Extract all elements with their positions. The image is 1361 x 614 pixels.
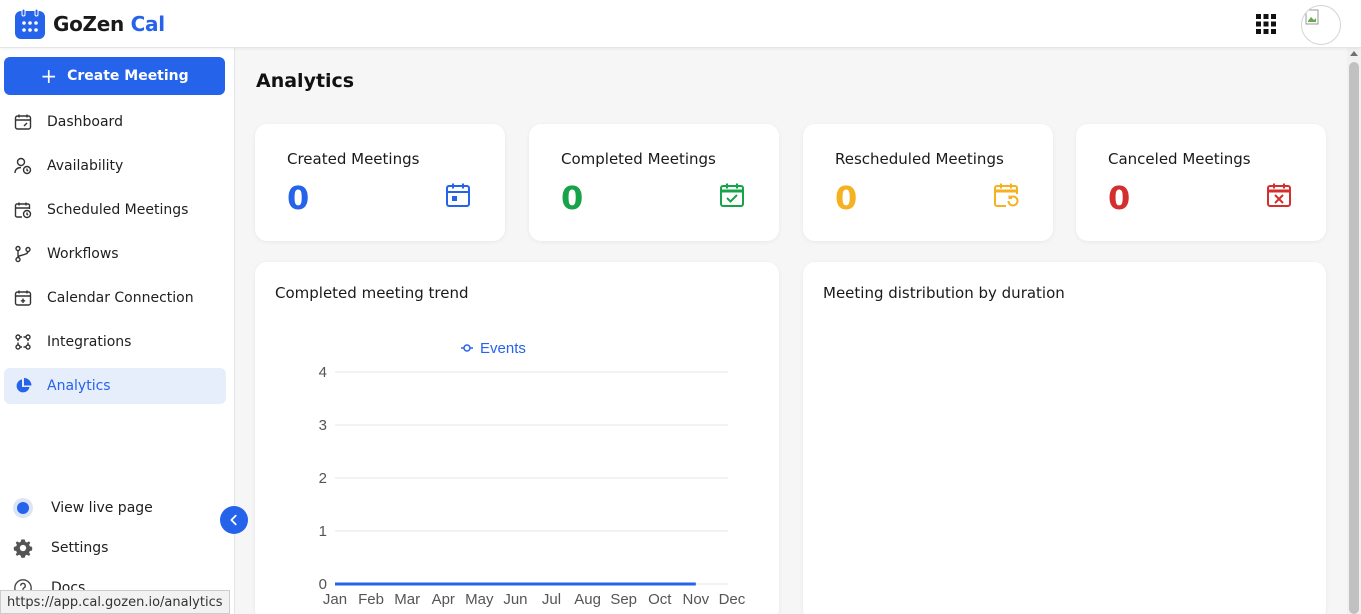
- stat-value: 0: [287, 179, 310, 217]
- sidebar-item-label: Availability: [47, 158, 124, 174]
- sidebar-item-workflows[interactable]: Workflows: [4, 236, 226, 272]
- dashboard-icon: [14, 113, 32, 131]
- calendar-icon: [446, 183, 470, 207]
- stat-card-rescheduled: Rescheduled Meetings 0: [803, 124, 1053, 241]
- calendar-check-icon: [720, 183, 744, 207]
- logo-accent: Cal: [130, 12, 165, 36]
- calendar-x-icon: [1267, 183, 1291, 207]
- x-tick-label: Apr: [432, 591, 455, 608]
- stat-card-canceled: Canceled Meetings 0: [1076, 124, 1326, 241]
- stat-card-created: Created Meetings 0: [255, 124, 505, 241]
- sidebar-item-dashboard[interactable]: Dashboard: [4, 104, 226, 140]
- x-tick-label: Aug: [574, 591, 601, 608]
- sidebar-item-calendar-connection[interactable]: Calendar Connection: [4, 280, 226, 316]
- scroll-up-arrow[interactable]: [1350, 51, 1358, 56]
- sidebar-item-scheduled-meetings[interactable]: Scheduled Meetings: [4, 192, 226, 228]
- main-content: Analytics Created Meetings 0 Completed M…: [235, 48, 1347, 614]
- integrations-icon: [14, 333, 32, 351]
- sidebar-item-analytics[interactable]: Analytics: [4, 368, 226, 404]
- x-tick-label: Mar: [394, 591, 420, 608]
- page-title: Analytics: [256, 70, 355, 92]
- sidebar-item-label: Calendar Connection: [47, 290, 194, 306]
- stat-value: 0: [835, 179, 858, 217]
- x-tick-label: Oct: [648, 591, 672, 608]
- stat-label: Created Meetings: [287, 150, 420, 168]
- trend-chart: 01234Jan Feb Mar Apr May Jun Jul Aug Sep Oct Nov De…: [319, 340, 746, 608]
- x-tick-label: Sep: [610, 591, 637, 608]
- status-bar-url: https://app.cal.gozen.io/analytics: [0, 590, 230, 614]
- sidebar-item-label: Integrations: [47, 334, 132, 350]
- x-tick-label: Jun: [503, 591, 527, 608]
- pie-chart-icon: [14, 377, 32, 395]
- grid-icon[interactable]: [1255, 13, 1277, 35]
- view-live-page-link[interactable]: View live page: [12, 496, 153, 520]
- sidebar-item-label: Analytics: [47, 378, 111, 394]
- settings-label: Settings: [51, 540, 109, 556]
- broken-image-icon: [1305, 9, 1319, 25]
- sidebar-item-availability[interactable]: Availability: [4, 148, 226, 184]
- live-dot-icon: [12, 497, 34, 519]
- calendar-clock-icon: [14, 201, 32, 219]
- plus-icon: +: [40, 64, 58, 88]
- completed-trend-panel: Completed meeting trend 0 1 2 3 4 Jan Feb Mar Ap…: [255, 262, 779, 614]
- logo-primary: GoZen: [53, 12, 124, 36]
- x-tick-label: Nov: [682, 591, 709, 608]
- scrollbar-thumb[interactable]: [1349, 62, 1359, 614]
- settings-link[interactable]: Settings: [12, 536, 108, 560]
- gear-icon: [12, 537, 34, 559]
- create-meeting-label: Create Meeting: [67, 68, 189, 84]
- x-tick-label: Dec: [719, 591, 746, 608]
- vertical-scrollbar[interactable]: [1347, 48, 1361, 614]
- calendar-logo-icon: [15, 9, 45, 39]
- chevron-left-icon: [230, 514, 237, 526]
- stat-label: Canceled Meetings: [1108, 150, 1251, 168]
- x-tick-label: May: [465, 591, 494, 608]
- sidebar-item-integrations[interactable]: Integrations: [4, 324, 226, 360]
- collapse-sidebar-button[interactable]: [220, 506, 248, 534]
- y-tick-label: 1: [319, 523, 327, 540]
- y-tick-label: 3: [319, 417, 327, 434]
- availability-icon: [14, 157, 32, 175]
- legend-label: Events: [480, 340, 526, 357]
- x-tick-label: Jul: [542, 591, 561, 608]
- sidebar-item-label: Dashboard: [47, 114, 123, 130]
- workflow-icon: [14, 245, 32, 263]
- panel-title: Meeting distribution by duration: [823, 284, 1065, 302]
- stat-card-completed: Completed Meetings 0: [529, 124, 779, 241]
- sidebar: + Create Meeting Dashboard Availability …: [0, 48, 235, 614]
- y-tick-label: 2: [319, 470, 327, 487]
- x-tick-label: Feb: [358, 591, 384, 608]
- user-avatar[interactable]: [1301, 5, 1341, 45]
- stat-value: 0: [1108, 179, 1131, 217]
- x-tick-label: Jan: [323, 591, 347, 608]
- stat-label: Completed Meetings: [561, 150, 716, 168]
- top-bar: GoZen Cal: [0, 0, 1361, 48]
- sidebar-item-label: Workflows: [47, 246, 119, 262]
- logo[interactable]: GoZen Cal: [15, 9, 165, 39]
- sidebar-item-label: Scheduled Meetings: [47, 202, 189, 218]
- logo-text: GoZen Cal: [53, 12, 165, 36]
- calendar-reschedule-icon: [994, 183, 1019, 207]
- create-meeting-button[interactable]: + Create Meeting: [4, 57, 225, 95]
- stat-value: 0: [561, 179, 584, 217]
- y-tick-label: 4: [319, 364, 327, 381]
- legend-marker: [463, 344, 471, 352]
- duration-distribution-panel: Meeting distribution by duration: [803, 262, 1326, 614]
- calendar-plus-icon: [14, 289, 32, 307]
- view-live-page-label: View live page: [51, 500, 153, 516]
- stat-label: Rescheduled Meetings: [835, 150, 1004, 168]
